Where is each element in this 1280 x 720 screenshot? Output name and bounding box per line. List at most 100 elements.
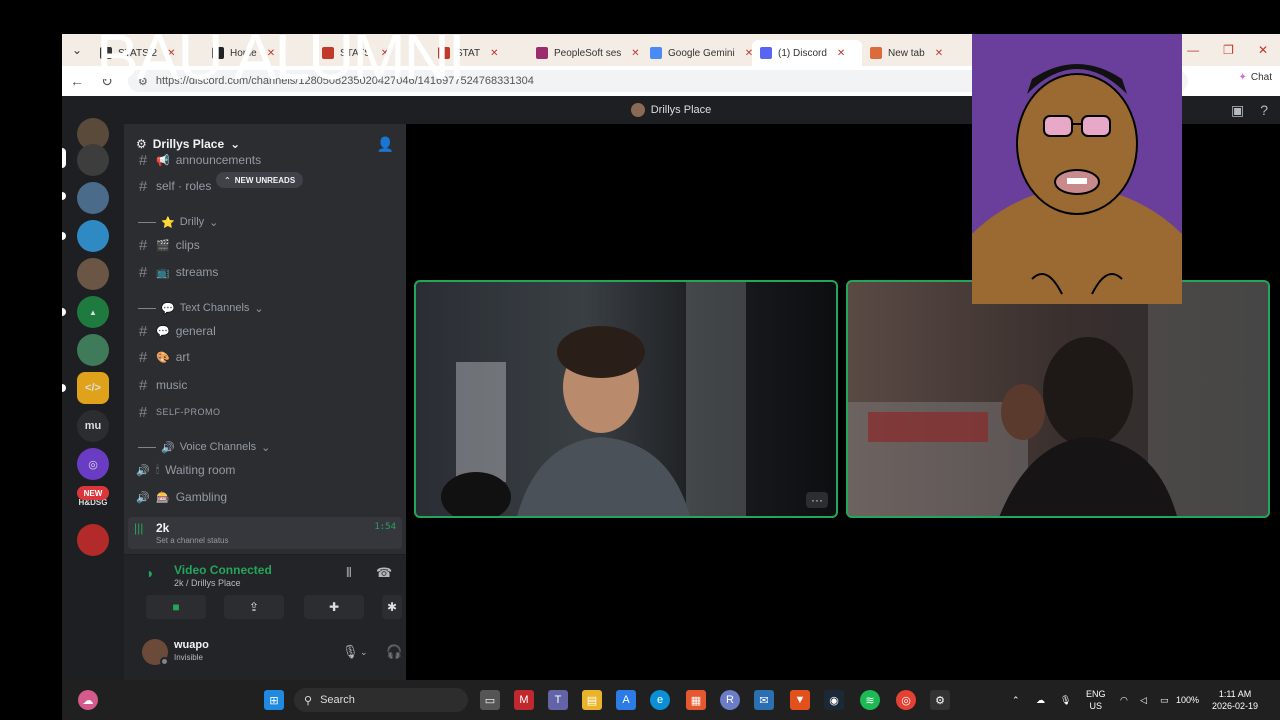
tray-chevron-icon[interactable]: ⌃ xyxy=(1012,694,1020,706)
channel-item[interactable]: # 💬 general xyxy=(132,319,398,343)
voice-status-title[interactable]: Video Connected xyxy=(174,563,272,577)
signal-icon[interactable]: ◗ xyxy=(146,565,154,581)
voice-channel-item[interactable]: 🔊 🎰 Gambling xyxy=(132,485,398,509)
file-explorer-icon[interactable]: ▤ xyxy=(582,690,602,710)
mic-tray-icon[interactable]: 🎙 xyxy=(1060,694,1071,706)
camera-button[interactable]: ■ xyxy=(146,595,206,619)
channel-item[interactable]: # 🎨 art xyxy=(132,345,398,369)
browser-tab[interactable]: (1) Discord ✕ xyxy=(752,40,862,66)
username[interactable]: wuapo xyxy=(174,639,209,651)
chevron-down-icon: ⌄ xyxy=(209,216,219,229)
more-options-icon[interactable]: ··· xyxy=(806,492,828,508)
server-icon[interactable] xyxy=(77,524,109,556)
task-view-icon[interactable]: ▭ xyxy=(480,690,500,710)
browser-tab[interactable]: PeopleSoft ses ✕ xyxy=(528,40,642,66)
app-icon[interactable]: A xyxy=(616,690,636,710)
server-icon[interactable]: ◎ xyxy=(77,448,109,480)
taskbar-search[interactable]: ⚲ Search xyxy=(294,688,468,712)
video-tile[interactable] xyxy=(846,280,1270,518)
channel-name: SELF-PROMO xyxy=(156,407,221,417)
user-status: Invisible xyxy=(174,653,203,662)
channel-item[interactable]: # 📺 streams xyxy=(132,260,398,284)
channel-item[interactable]: # 📢 announcements xyxy=(132,148,398,172)
channel-item[interactable]: # SELF-PROMO xyxy=(132,400,398,424)
server-icon[interactable] xyxy=(77,258,109,290)
speaker-icon: 🔊 xyxy=(136,491,150,504)
soundboard-button[interactable]: ✱ xyxy=(382,595,402,619)
back-icon[interactable]: ← xyxy=(62,73,92,89)
new-unreads-pill[interactable]: ⌃ NEW UNREADS xyxy=(216,172,304,188)
user-panel: wuapo Invisible 🎙 ⌄ 🎧 ⌄ ⚙ xyxy=(124,626,440,680)
tab-favicon-icon xyxy=(650,47,662,59)
overlay-title: BAU ALUMNI xyxy=(96,21,466,93)
restore-icon[interactable]: ❐ xyxy=(1223,43,1234,57)
edge-icon[interactable]: e xyxy=(650,690,670,710)
wifi-icon[interactable]: ◠ xyxy=(1120,694,1128,706)
active-voice-channel[interactable]: ||| 2k Set a channel status 1:54 xyxy=(128,517,402,549)
brave-icon[interactable]: ▼ xyxy=(790,690,810,710)
channel-name: Waiting room xyxy=(165,463,236,477)
channel-category[interactable]: 🔊 Voice Channels ⌄ xyxy=(138,438,270,456)
server-icon[interactable] xyxy=(77,220,109,252)
channel-name: music xyxy=(156,378,188,392)
channel-item[interactable]: # music xyxy=(132,373,398,397)
server-icon[interactable]: ▲ xyxy=(77,296,109,328)
microphone-icon[interactable]: 🎙 xyxy=(342,644,359,660)
server-icon[interactable] xyxy=(77,334,109,366)
tab-close-icon[interactable]: ✕ xyxy=(935,48,943,59)
inbox-icon[interactable]: ▣ xyxy=(1231,102,1244,119)
tab-close-icon[interactable]: ✕ xyxy=(837,48,845,59)
server-icon[interactable]: </> xyxy=(77,372,109,404)
browser-tab[interactable]: New tab ✕ xyxy=(862,40,952,66)
voice-status-subtitle[interactable]: 2k / Drillys Place xyxy=(174,578,241,588)
start-icon[interactable]: ⊞ xyxy=(264,690,284,710)
browser-tab[interactable]: Google Gemini ✕ xyxy=(642,40,752,66)
teams-icon[interactable]: T xyxy=(548,690,568,710)
tab-close-icon[interactable]: ✕ xyxy=(745,48,752,59)
copilot-chat-button[interactable]: ✦ Chat xyxy=(1238,72,1272,83)
tab-list-dropdown[interactable]: ⌄ xyxy=(62,34,92,66)
chevron-down-icon[interactable]: ⌄ xyxy=(360,647,368,658)
headphones-icon[interactable]: 🎧 xyxy=(386,644,402,660)
video-tile[interactable]: ··· xyxy=(414,280,838,518)
channel-name: clips xyxy=(175,238,200,252)
clock[interactable]: 1:11 AM 2026-02-19 xyxy=(1212,688,1258,712)
spotify-icon[interactable]: ≋ xyxy=(860,690,880,710)
r-app-icon[interactable]: R xyxy=(720,690,740,710)
help-icon[interactable]: ? xyxy=(1260,102,1268,119)
voice-channel-item[interactable]: 🔊 🕯 Waiting room xyxy=(132,458,398,482)
mcafee-icon[interactable]: M xyxy=(514,690,534,710)
voice-channel-status[interactable]: Set a channel status xyxy=(156,536,229,545)
server-mu[interactable]: mu xyxy=(77,410,109,442)
outlook-icon[interactable]: ✉ xyxy=(754,690,774,710)
channel-item[interactable]: # 🎬 clips xyxy=(132,233,398,257)
channel-emoji-icon: 🎰 xyxy=(156,491,170,504)
settings-app-icon[interactable]: ⚙ xyxy=(930,690,950,710)
activities-button[interactable]: ✚ xyxy=(304,595,364,619)
battery-percent: 100% xyxy=(1176,695,1200,705)
chrome-icon[interactable]: ◎ xyxy=(896,690,916,710)
clock-date: 2026-02-19 xyxy=(1212,701,1259,711)
server-icon[interactable] xyxy=(77,144,109,176)
channel-emoji-icon: 🕯 xyxy=(156,463,160,476)
screen-share-button[interactable]: ⇪ xyxy=(224,595,284,619)
channel-category[interactable]: 💬 Text Channels ⌄ xyxy=(138,299,264,317)
cloud-icon[interactable]: ☁ xyxy=(1036,694,1045,706)
tab-close-icon[interactable]: ✕ xyxy=(490,48,498,59)
participant-video xyxy=(848,282,1268,516)
language-indicator[interactable]: ENG US xyxy=(1086,688,1106,712)
calendar-icon[interactable]: ▦ xyxy=(686,690,706,710)
server-icon[interactable] xyxy=(77,182,109,214)
speaker-icon: 🔊 xyxy=(136,464,150,477)
steam-icon[interactable]: ◉ xyxy=(824,690,844,710)
battery-icon[interactable]: ▭ xyxy=(1160,694,1169,706)
voice-channel-name: 2k xyxy=(156,521,170,535)
close-icon[interactable]: ✕ xyxy=(1258,43,1268,57)
noise-suppression-icon[interactable]: ⦀ xyxy=(346,565,352,581)
minimize-icon[interactable]: — xyxy=(1187,43,1199,57)
disconnect-icon[interactable]: ☎ xyxy=(376,565,392,581)
tab-close-icon[interactable]: ✕ xyxy=(631,48,639,59)
weather-widget-icon[interactable]: ☁ xyxy=(78,690,98,710)
volume-icon[interactable]: ◁ xyxy=(1140,694,1147,706)
channel-category[interactable]: ⭐ Drilly ⌄ xyxy=(138,213,218,231)
